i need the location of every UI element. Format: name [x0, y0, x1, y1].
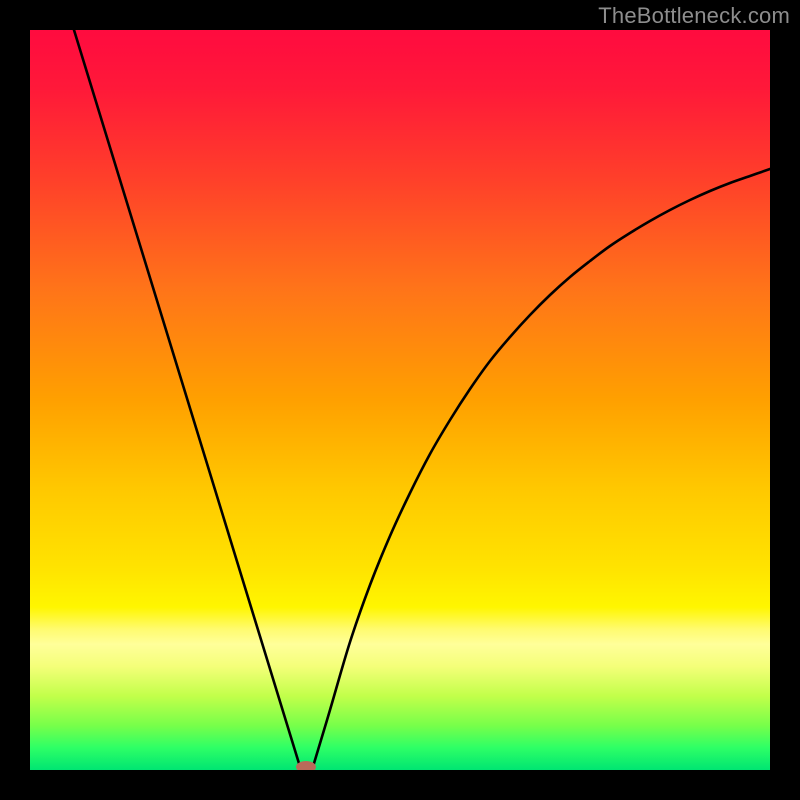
- plot-area: [30, 30, 770, 770]
- watermark-text: TheBottleneck.com: [598, 3, 790, 29]
- bottleneck-curve: [30, 30, 770, 770]
- chart-frame: TheBottleneck.com: [0, 0, 800, 800]
- optimal-point-marker: [296, 761, 316, 770]
